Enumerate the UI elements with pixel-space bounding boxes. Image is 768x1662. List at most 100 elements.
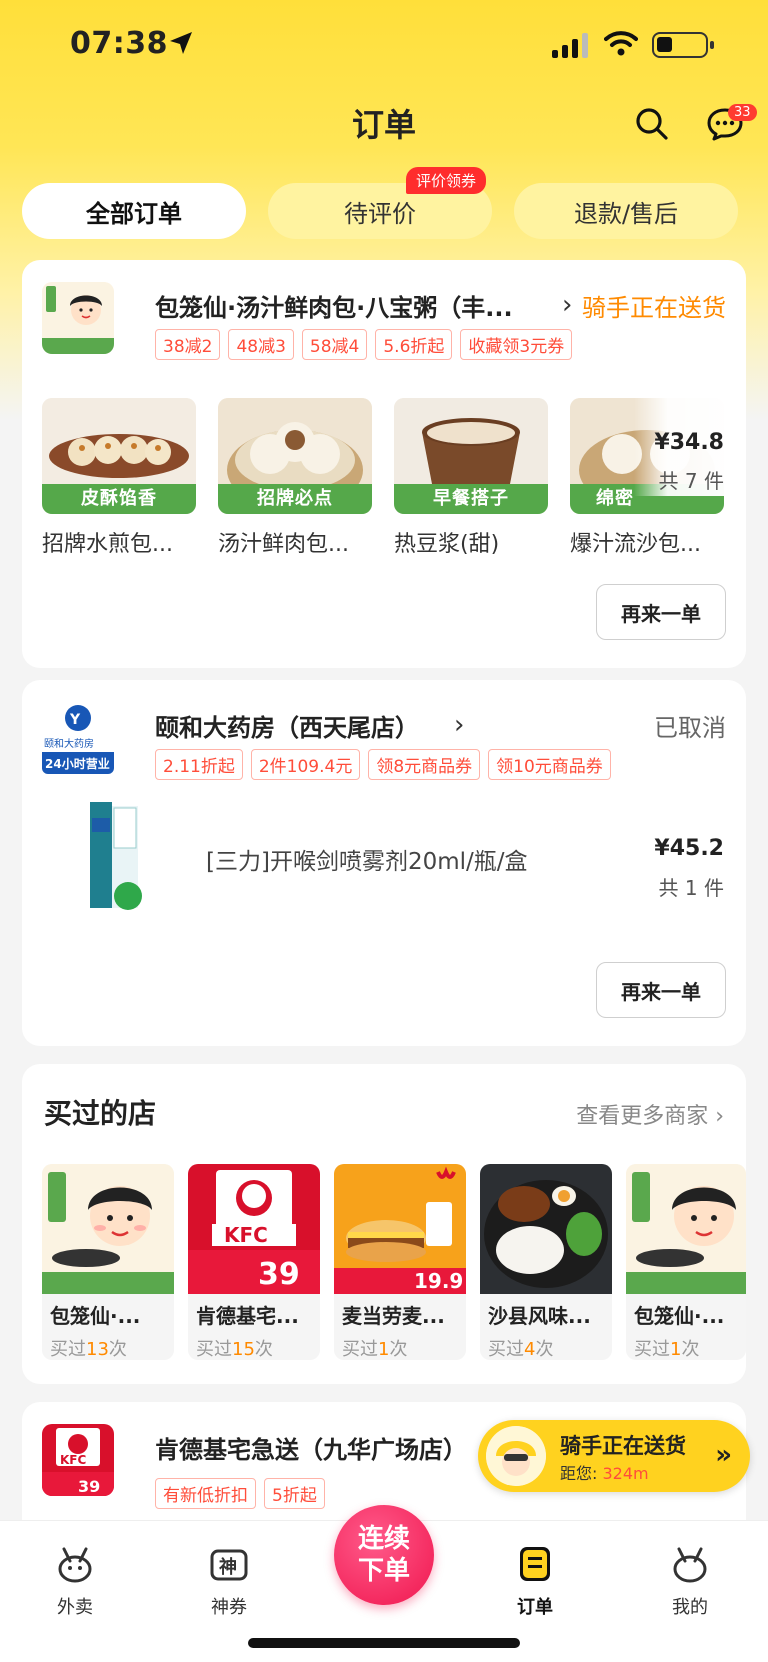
svg-text:19.9: 19.9 bbox=[414, 1269, 463, 1293]
home-indicator bbox=[248, 1638, 520, 1648]
food-image: 招牌必点 bbox=[218, 398, 372, 514]
rider-distance: 距您: 324m bbox=[560, 1464, 649, 1483]
status-time: 07:38 bbox=[70, 26, 168, 61]
cellular-signal-icon bbox=[552, 32, 588, 58]
tab-refund[interactable]: 退款/售后 bbox=[514, 183, 738, 239]
shop-header[interactable]: 包笼仙·汤汁鲜肉包·八宝粥（丰... › 骑手正在送货 38减2 48减3 58… bbox=[42, 282, 726, 360]
double-chevron-right-icon: » bbox=[715, 1440, 732, 1470]
promo-tag: 收藏领3元券 bbox=[460, 329, 573, 360]
store-name: 沙县风味... bbox=[488, 1304, 591, 1328]
nav-label: 我的 bbox=[672, 1597, 708, 1618]
food-tagline: 招牌必点 bbox=[218, 484, 372, 514]
svg-text:颐和大药房: 颐和大药房 bbox=[44, 737, 94, 750]
shop-logo: KFC 39 bbox=[42, 1424, 114, 1496]
item-count: 共 7 件 bbox=[658, 469, 724, 493]
store-logo bbox=[42, 1164, 174, 1294]
order-items[interactable]: 皮酥馅香 招牌水煎包... 招牌必点 汤汁鲜肉包... 早餐搭子 热豆浆(甜) … bbox=[42, 398, 724, 558]
store-purchase-count: 买过1次 bbox=[342, 1339, 408, 1360]
chevron-right-icon[interactable]: › bbox=[454, 710, 464, 740]
shop-logo: Y 颐和大药房 24小时营业 bbox=[42, 702, 114, 774]
food-item[interactable]: 早餐搭子 热豆浆(甜) bbox=[394, 398, 548, 558]
store-logo bbox=[626, 1164, 746, 1294]
section-title: 买过的店 bbox=[44, 1097, 157, 1130]
promo-tag: 领8元商品券 bbox=[368, 749, 481, 780]
order-status: 已取消 bbox=[654, 714, 726, 742]
item-count: 共 1 件 bbox=[658, 876, 724, 900]
nav-item-orders[interactable]: 订单 bbox=[490, 1543, 580, 1619]
shop-logo bbox=[42, 282, 114, 354]
store-name: 包笼仙·... bbox=[634, 1304, 725, 1328]
svg-text:Y: Y bbox=[69, 712, 81, 728]
product-name: [三力]开喉剑喷雾剂20ml/瓶/盒 bbox=[206, 849, 528, 875]
nav-label: 订单 bbox=[517, 1597, 553, 1618]
tab-all-orders[interactable]: 全部订单 bbox=[22, 183, 246, 239]
store-logo: KFC 39 bbox=[188, 1164, 320, 1294]
food-item[interactable]: 皮酥馅香 招牌水煎包... bbox=[42, 398, 196, 558]
food-image: 早餐搭子 bbox=[394, 398, 548, 514]
store-purchase-count: 买过13次 bbox=[50, 1339, 127, 1360]
svg-text:24小时营业: 24小时营业 bbox=[45, 756, 110, 771]
promo-tags: 2.11折起 2件109.4元 领8元商品券 领10元商品券 bbox=[155, 749, 611, 780]
profile-icon bbox=[673, 1547, 707, 1583]
nav-label: 神券 bbox=[211, 1597, 247, 1618]
order-card[interactable]: 包笼仙·汤汁鲜肉包·八宝粥（丰... › 骑手正在送货 38减2 48减3 58… bbox=[22, 260, 746, 668]
svg-text:神: 神 bbox=[219, 1556, 237, 1578]
promo-tag: 58减4 bbox=[301, 329, 368, 360]
chevron-right-icon[interactable]: › bbox=[562, 290, 572, 320]
svg-text:39: 39 bbox=[258, 1257, 300, 1292]
rider-delivery-pill[interactable]: 骑手正在送货 距您: 324m » bbox=[478, 1420, 750, 1492]
coupon-icon: 神 bbox=[210, 1549, 248, 1581]
rider-avatar bbox=[486, 1426, 546, 1486]
food-tagline: 皮酥馅香 bbox=[42, 484, 196, 514]
orders-icon bbox=[520, 1547, 550, 1581]
order-status: 骑手正在送货 bbox=[582, 294, 726, 322]
store-name: 包笼仙·... bbox=[50, 1304, 141, 1328]
review-coupon-badge: 评价领券 bbox=[406, 167, 487, 194]
takeaway-icon bbox=[58, 1547, 92, 1583]
store-card[interactable]: 包笼仙·... 买过1次 bbox=[626, 1164, 746, 1360]
food-item[interactable]: 招牌必点 汤汁鲜肉包... bbox=[218, 398, 372, 558]
shop-name[interactable]: 颐和大药房（西天尾店） bbox=[155, 708, 419, 743]
svg-text:KFC: KFC bbox=[224, 1223, 268, 1247]
store-name: 肯德基宅... bbox=[196, 1304, 299, 1328]
svg-text:39: 39 bbox=[78, 1477, 100, 1496]
store-card[interactable]: 19.9 麦当劳麦... 买过1次 bbox=[334, 1164, 466, 1360]
reorder-button[interactable]: 再来一单 bbox=[596, 584, 726, 640]
promo-tag: 38减2 bbox=[155, 329, 221, 360]
reorder-button[interactable]: 再来一单 bbox=[596, 962, 726, 1018]
store-list[interactable]: 包笼仙·... 买过13次 KFC 39 肯德基宅... 买过15次 19.9 … bbox=[42, 1164, 746, 1360]
food-name: 热豆浆(甜) bbox=[394, 532, 500, 557]
shop-name[interactable]: 肯德基宅急送（九华广场店） bbox=[155, 1430, 467, 1465]
shop-header[interactable]: Y 颐和大药房 24小时营业 颐和大药房（西天尾店） › 已取消 2.11折起 … bbox=[42, 702, 726, 780]
continue-order-button[interactable]: 连续 下单 bbox=[334, 1505, 434, 1605]
promo-tags: 38减2 48减3 58减4 5.6折起 收藏领3元券 bbox=[155, 329, 573, 360]
order-tabs: 全部订单 待评价 退款/售后 评价领券 bbox=[22, 167, 746, 239]
promo-tag: 5.6折起 bbox=[375, 329, 453, 360]
order-price: ¥45.2 bbox=[654, 836, 724, 861]
svg-text:KFC: KFC bbox=[60, 1453, 86, 1467]
promo-tags: 有新低折扣 5折起 bbox=[155, 1478, 325, 1509]
promo-tag: 2件109.4元 bbox=[250, 749, 361, 780]
food-name: 爆汁流沙包... bbox=[570, 532, 701, 557]
nav-label: 外卖 bbox=[57, 1597, 93, 1618]
order-price: ¥34.8 bbox=[654, 430, 724, 455]
center-button-line1: 连续 bbox=[357, 1524, 410, 1554]
battery-icon bbox=[652, 32, 714, 58]
more-stores-link[interactable]: 查看更多商家 › bbox=[576, 1098, 724, 1130]
promo-tag: 领10元商品券 bbox=[488, 749, 611, 780]
promo-tag: 5折起 bbox=[264, 1478, 325, 1509]
food-tagline: 早餐搭子 bbox=[394, 484, 548, 514]
more-stores-label: 查看更多商家 bbox=[576, 1104, 709, 1129]
order-card[interactable]: Y 颐和大药房 24小时营业 颐和大药房（西天尾店） › 已取消 2.11折起 … bbox=[22, 680, 746, 1046]
store-card[interactable]: 包笼仙·... 买过13次 bbox=[42, 1164, 174, 1360]
nav-item-coupons[interactable]: 神 神券 bbox=[184, 1543, 274, 1619]
store-card[interactable]: 沙县风味... 买过4次 bbox=[480, 1164, 612, 1360]
shop-name[interactable]: 包笼仙·汤汁鲜肉包·八宝粥（丰... bbox=[155, 288, 513, 323]
search-icon[interactable] bbox=[634, 106, 670, 142]
nav-item-profile[interactable]: 我的 bbox=[645, 1543, 735, 1619]
rider-status: 骑手正在送货 bbox=[560, 1434, 686, 1458]
nav-item-takeaway[interactable]: 外卖 bbox=[30, 1543, 120, 1619]
store-card[interactable]: KFC 39 肯德基宅... 买过15次 bbox=[188, 1164, 320, 1360]
bought-stores-section: 买过的店 查看更多商家 › 包笼仙·... 买过13次 KFC 39 肯德基宅.… bbox=[22, 1064, 746, 1384]
promo-tag: 48减3 bbox=[228, 329, 294, 360]
